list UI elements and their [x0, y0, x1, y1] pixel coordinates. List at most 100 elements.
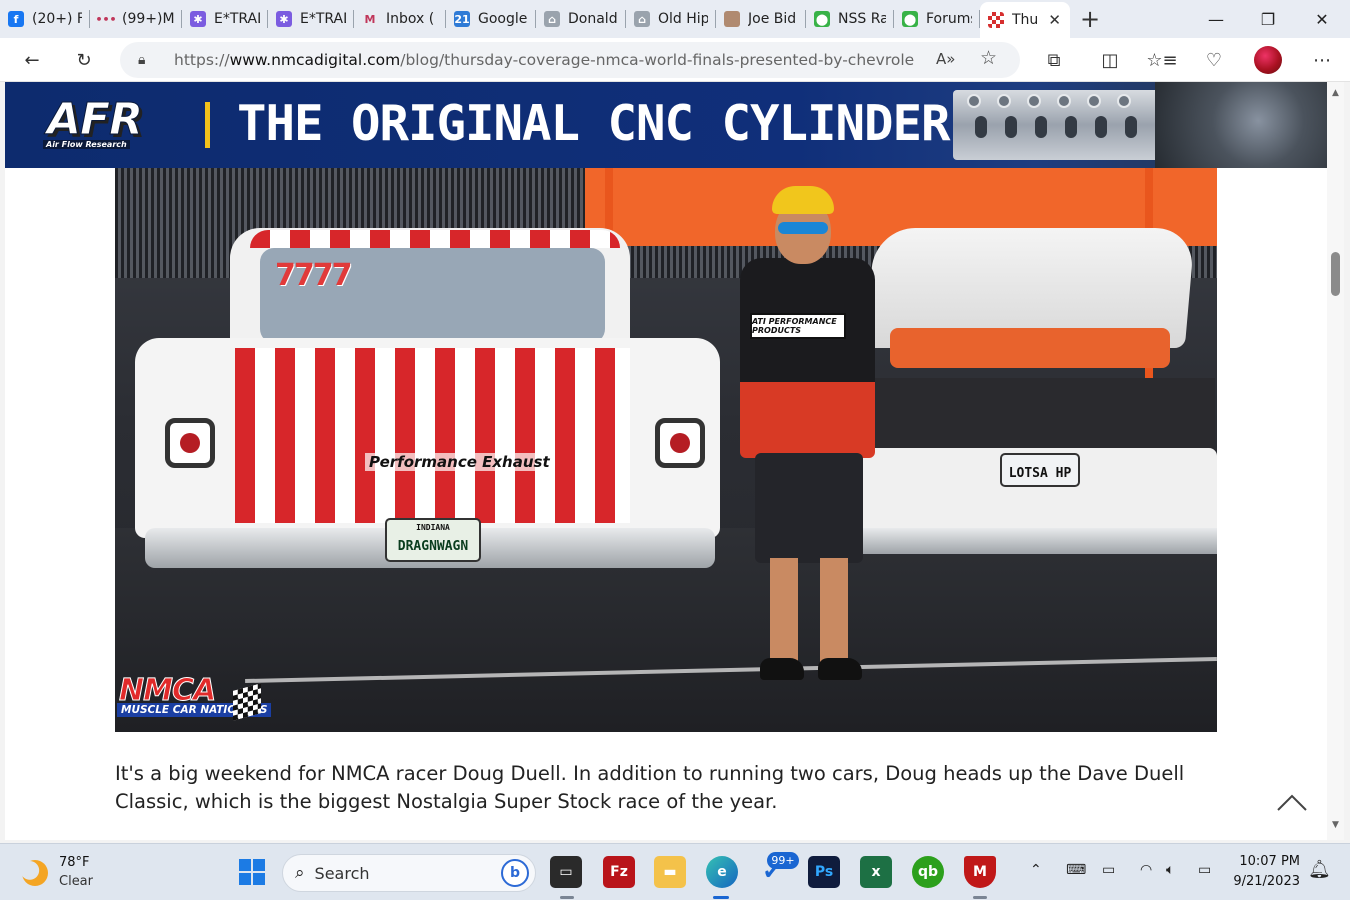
excel-button[interactable]: x [860, 856, 892, 888]
tab-label: Old Hip [658, 11, 708, 27]
tab-label: Thu [1012, 12, 1039, 28]
scroll-to-top-icon[interactable] [1275, 790, 1309, 814]
file-explorer-button[interactable]: ▬ [654, 856, 686, 888]
edge-icon: e [717, 864, 727, 880]
windows-logo-icon [239, 859, 265, 885]
wifi-icon[interactable]: ◠ [1140, 862, 1152, 878]
notification-bell-icon[interactable]: 🔔︎ [1308, 859, 1331, 880]
browser-tab[interactable]: 21 Google [446, 0, 536, 38]
vertical-scrollbar[interactable]: ▲ ▼ [1327, 82, 1344, 840]
volume-icon[interactable]: 🔈︎ [1166, 862, 1174, 878]
refresh-button[interactable]: ↻ [68, 44, 100, 76]
display-icon[interactable]: ▭ [1102, 862, 1115, 878]
etrade-icon: ✱ [276, 11, 292, 27]
browser-tab[interactable]: ⌂ Donald [536, 0, 626, 38]
url-text[interactable]: https://www.nmcadigital.com/blog/thursda… [174, 51, 914, 69]
back-arrow-icon: ← [24, 49, 40, 71]
tab-label: (99+)M [122, 11, 174, 27]
browser-tab[interactable]: f (20+) F [0, 0, 90, 38]
browser-toolbar: ← ↻ 🔒︎ https://www.nmcadigital.com/blog/… [0, 38, 1350, 82]
browser-tab[interactable]: M Inbox ( [354, 0, 446, 38]
close-icon: ✕ [1315, 9, 1329, 29]
browser-tab[interactable]: ⬤ Forums [894, 0, 980, 38]
browser-essentials-button[interactable]: ♡ [1198, 44, 1230, 76]
ad-divider [205, 102, 210, 148]
lock-icon[interactable]: 🔒︎ [138, 52, 158, 68]
browser-tab[interactable]: Joe Bid [716, 0, 806, 38]
car-number: 7777 [275, 258, 352, 293]
afr-logo: AFR Air Flow Research [41, 94, 171, 152]
weather-condition[interactable]: Clear [59, 874, 93, 889]
keyboard-icon[interactable]: ⌨ [1066, 862, 1086, 878]
cylinder-head-image [953, 90, 1159, 160]
extensions-button[interactable]: ⧉ [1038, 44, 1070, 76]
striped-wagon: 7777 Performance Exhaust INDIANA DRAGNWA… [135, 228, 720, 568]
active-browser-tab[interactable]: Thu ✕ [980, 2, 1070, 38]
heart-pulse-icon: ♡ [1205, 49, 1223, 71]
afr-banner-ad[interactable]: AFR Air Flow Research THE ORIGINAL CNC C… [5, 82, 1327, 168]
close-tab-icon[interactable]: ✕ [1048, 11, 1061, 29]
tab-label: E*TRAD [300, 11, 346, 27]
battery-icon[interactable]: ▭ [1198, 862, 1211, 878]
forum-icon: ⬤ [814, 11, 830, 27]
exhaust-brand-decal: Performance Exhaust [365, 453, 554, 471]
article-photo: 7777 Performance Exhaust INDIANA DRAGNWA… [115, 168, 1217, 732]
article-paragraph: It's a big weekend for NMCA racer Doug D… [115, 762, 1185, 813]
etrade-icon: ✱ [190, 11, 206, 27]
task-view-button[interactable]: ▭ [550, 856, 582, 888]
calendar-icon: 21 [454, 11, 470, 27]
quickbooks-icon: qb [917, 864, 939, 880]
scroll-down-arrow-icon[interactable]: ▼ [1330, 820, 1341, 831]
scrollbar-thumb[interactable] [1331, 252, 1340, 296]
browser-tab[interactable]: ⬤ NSS Ra [806, 0, 894, 38]
mcafee-button[interactable]: M [964, 856, 996, 888]
profile-avatar[interactable] [1254, 46, 1282, 74]
close-window-button[interactable]: ✕ [1296, 0, 1348, 38]
search-icon: ⌕ [295, 863, 305, 883]
browser-tab[interactable]: ••• (99+)M [90, 0, 182, 38]
favorites-button[interactable]: ☆≡ [1146, 44, 1178, 76]
tab-label: Google [478, 11, 528, 27]
settings-menu-button[interactable]: ⋯ [1306, 44, 1338, 76]
page-viewport: AFR Air Flow Research THE ORIGINAL CNC C… [5, 82, 1327, 840]
scroll-up-arrow-icon[interactable]: ▲ [1330, 88, 1341, 99]
split-screen-icon: ◫ [1101, 49, 1119, 71]
photoshop-icon: Ps [814, 864, 834, 880]
address-bar[interactable]: 🔒︎ https://www.nmcadigital.com/blog/thur… [120, 42, 1020, 78]
person-icon: ⌂ [634, 11, 650, 27]
restore-button[interactable]: ❐ [1242, 0, 1294, 38]
new-tab-button[interactable]: + [1070, 0, 1110, 38]
bing-icon[interactable]: b [501, 859, 529, 887]
quickbooks-button[interactable]: qb [912, 856, 944, 888]
filezilla-button[interactable]: Fz [603, 856, 635, 888]
minimize-button[interactable]: — [1190, 0, 1242, 38]
split-screen-button[interactable]: ◫ [1094, 44, 1126, 76]
photo-icon [724, 11, 740, 27]
tray-overflow-chevron-icon[interactable]: ⌃ [1030, 862, 1042, 878]
favorite-star-icon[interactable]: ☆ [980, 47, 997, 69]
tab-label: Donald [568, 11, 618, 27]
tab-label: Joe Bid [748, 11, 797, 27]
license-plate: INDIANA DRAGNWAGN [385, 518, 481, 562]
clock-time[interactable]: 10:07 PM [1236, 854, 1300, 869]
racer-doug-duell: ATI PERFORMANCE PRODUCTS [740, 178, 890, 688]
browser-tab[interactable]: ✱ E*TRAD [182, 0, 268, 38]
clock-date[interactable]: 9/21/2023 [1228, 874, 1300, 889]
photoshop-button[interactable]: Ps [808, 856, 840, 888]
browser-tab[interactable]: ⌂ Old Hip [626, 0, 716, 38]
moon-icon[interactable] [22, 860, 48, 886]
favorites-list-icon: ☆≡ [1146, 49, 1178, 71]
weather-temp[interactable]: 78°F [59, 855, 90, 870]
edge-button[interactable]: e [706, 856, 738, 888]
browser-tab[interactable]: ✱ E*TRAD [268, 0, 354, 38]
puzzle-icon: ⧉ [1047, 49, 1061, 71]
back-button[interactable]: ← [16, 44, 48, 76]
checkered-flag-icon [988, 12, 1004, 28]
taskbar-search[interactable]: ⌕ Search b [282, 854, 536, 892]
second-license-plate: LOTSA HP [1000, 453, 1080, 487]
windows-taskbar: 78°F Clear ⌕ Search b ▭ Fz ▬ e ✔ 99+ Ps … [0, 843, 1350, 900]
nmca-watermark: NMCA MUSCLE CAR NATIONALS [115, 673, 272, 729]
excel-icon: x [871, 864, 881, 880]
read-aloud-icon[interactable]: A» [936, 50, 955, 68]
start-button[interactable] [236, 856, 268, 888]
